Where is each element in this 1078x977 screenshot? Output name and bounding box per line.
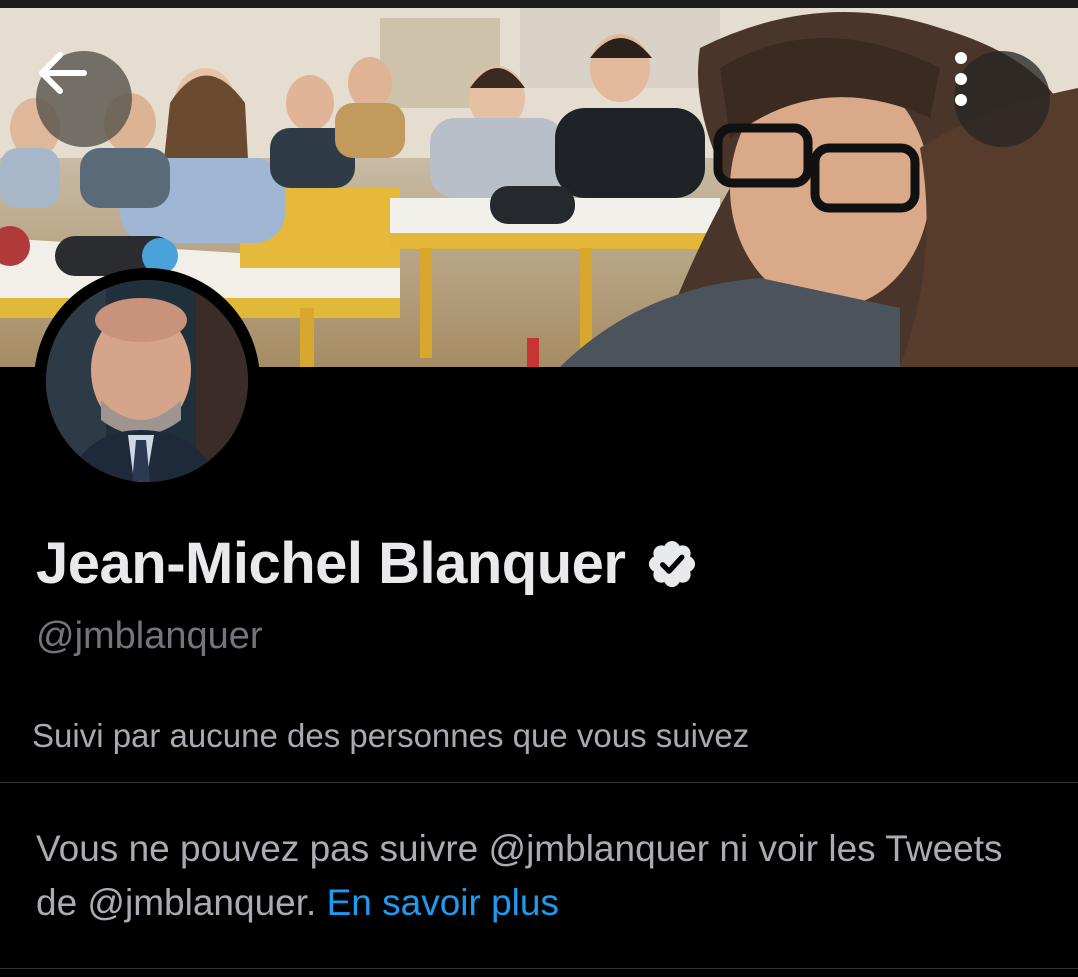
bottom-divider bbox=[0, 968, 1078, 969]
blocked-notice: Vous ne pouvez pas suivre @jmblanquer ni… bbox=[36, 822, 1046, 930]
profile-name-row: Jean-Michel Blanquer bbox=[36, 528, 699, 600]
followed-by-text: Suivi par aucune des personnes que vous … bbox=[32, 717, 750, 754]
more-vertical-icon bbox=[955, 52, 967, 106]
more-options-button[interactable] bbox=[954, 51, 1050, 147]
profile-handle: @jmblanquer bbox=[36, 615, 263, 657]
top-status-strip bbox=[0, 0, 1078, 8]
learn-more-link[interactable]: En savoir plus bbox=[327, 882, 559, 923]
arrow-left-icon bbox=[39, 52, 87, 94]
profile-name: Jean-Michel Blanquer bbox=[36, 531, 626, 596]
profile-avatar[interactable] bbox=[34, 268, 260, 494]
divider bbox=[0, 782, 1078, 783]
avatar-photo bbox=[46, 280, 248, 482]
back-button[interactable] bbox=[36, 51, 132, 147]
verified-badge-icon bbox=[649, 540, 696, 588]
